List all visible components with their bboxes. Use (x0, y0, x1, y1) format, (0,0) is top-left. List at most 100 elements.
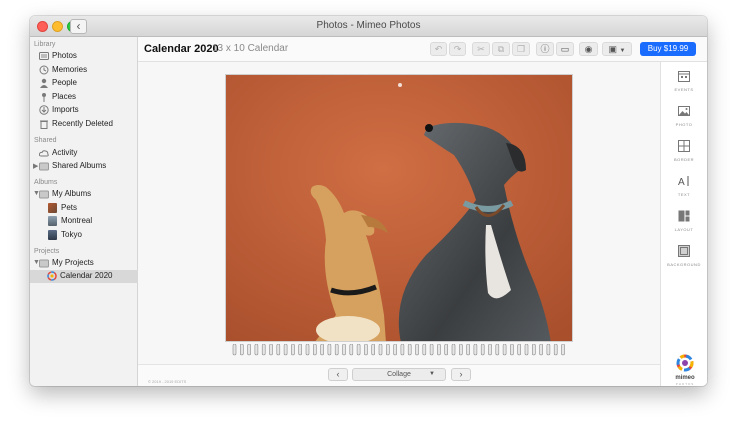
disclosure-right-icon[interactable]: ▶ (33, 162, 38, 170)
binding-ring (371, 344, 375, 356)
cut-button[interactable]: ✂ (472, 42, 490, 56)
sidebar: Library Photos Memories People Places Im… (30, 37, 138, 386)
places-icon (42, 93, 46, 102)
binding-ring (466, 344, 470, 356)
next-page-button[interactable]: › (451, 368, 471, 381)
sidebar-item-my-albums[interactable]: ▼ My Albums (30, 188, 138, 201)
sidebar-item-places[interactable]: Places (30, 91, 138, 104)
binding-ring (393, 344, 397, 356)
sidebar-item-imports[interactable]: Imports (30, 104, 138, 117)
chevron-down-icon: ▼ (429, 371, 435, 377)
binding-ring (553, 344, 558, 356)
binding-ring (532, 344, 536, 356)
sidebar-item-label: Calendar 2020 (60, 271, 113, 280)
binding-ring (546, 344, 551, 356)
binding-ring (334, 344, 339, 356)
events-icon (678, 71, 690, 82)
tool-layout[interactable]: LAYOUT (661, 210, 707, 242)
chevron-right-icon: › (459, 369, 463, 379)
binding-ring (240, 344, 244, 356)
cloud-icon (39, 150, 49, 157)
section-header-library: Library (34, 41, 56, 48)
comment-button[interactable]: ▭ (556, 42, 574, 56)
text-icon: A (678, 176, 689, 187)
sidebar-item-photos[interactable]: Photos (30, 50, 138, 63)
binding-ring (407, 344, 412, 356)
binding-ring (415, 344, 419, 356)
binding-ring (429, 344, 434, 356)
tool-label: LAYOUT (674, 227, 694, 232)
sidebar-item-tokyo[interactable]: Tokyo (30, 229, 138, 242)
svg-text:A: A (678, 177, 685, 187)
memories-icon (39, 65, 49, 75)
copy-icon: ⧉ (497, 44, 505, 54)
album-thumb (48, 230, 57, 240)
info-button[interactable]: ⓘ (536, 42, 554, 56)
buy-button[interactable]: Buy $19.99 (640, 42, 696, 56)
sidebar-item-label: My Albums (52, 189, 92, 198)
binding-ring (524, 344, 529, 356)
sidebar-item-memories[interactable]: Memories (30, 64, 138, 77)
save-menu-button[interactable]: ▣ ▼ (602, 42, 632, 56)
sidebar-item-shared-albums[interactable]: ▶ Shared Albums (30, 160, 138, 173)
binding-ring (444, 344, 448, 356)
binding-ring (451, 344, 456, 356)
layout-dropdown[interactable]: Collage ▼ (352, 368, 446, 381)
binding-ring (283, 344, 288, 356)
chevron-left-icon: ‹ (336, 369, 340, 379)
undo-button[interactable]: ↶ (430, 42, 447, 56)
binding-ring (488, 344, 492, 356)
folder-icon (39, 162, 49, 171)
tool-label: BACKGROUND (667, 262, 701, 267)
tool-border[interactable]: BORDER (661, 140, 707, 172)
album-thumb (48, 216, 57, 226)
copyright-text: © 2019 - 2019 EDITS (148, 379, 187, 384)
binding-ring (510, 344, 514, 356)
mimeo-brand-name: mimeo (675, 375, 695, 381)
photos-icon (39, 52, 49, 60)
mimeo-logo: mimeo PHOTOS (673, 354, 697, 386)
sidebar-item-label: Montreal (61, 216, 93, 225)
tool-events[interactable]: EVENTS (661, 70, 707, 102)
sidebar-item-label: Places (52, 92, 77, 101)
binding-ring (561, 344, 565, 356)
calendar-canvas: © 2019 - 2019 EDITS ‹ Collage ▼ › (138, 62, 660, 386)
binding-ring (517, 344, 521, 356)
sidebar-item-recently-deleted[interactable]: Recently Deleted (30, 118, 138, 131)
sidebar-item-people[interactable]: People (30, 77, 138, 90)
tool-label: EVENTS (674, 87, 694, 92)
folder-icon (39, 190, 49, 199)
tool-background[interactable]: BACKGROUND (661, 245, 707, 277)
binding-ring (495, 344, 500, 356)
sidebar-item-label: Recently Deleted (52, 119, 113, 128)
tool-label: TEXT (677, 192, 691, 197)
tool-text[interactable]: A TEXT (661, 175, 707, 207)
binding-ring (269, 344, 273, 356)
eye-icon: ◉ (584, 44, 593, 54)
sidebar-item-label: Memories (52, 65, 88, 74)
tool-photo[interactable]: PHOTO (661, 105, 707, 137)
copy-button[interactable]: ⧉ (492, 42, 510, 56)
tool-label: PHOTO (675, 122, 693, 127)
calendar-photo[interactable] (225, 74, 573, 342)
paste-button[interactable]: ❐ (512, 42, 530, 56)
toolbar: Calendar 2020 13 x 10 Calendar ↶ ↷ ✂ ⧉ ❐… (138, 37, 707, 62)
sidebar-item-calendar-2020[interactable]: Calendar 2020 (30, 270, 138, 283)
sidebar-item-pets[interactable]: Pets (30, 202, 138, 215)
binding-ring (254, 344, 259, 356)
speech-bubble-icon: ▭ (560, 44, 570, 54)
preview-button[interactable]: ◉ (579, 42, 598, 56)
layout-dropdown-value: Collage (387, 371, 411, 378)
title-bar: ‹ Photos - Mimeo Photos (30, 16, 707, 37)
sidebar-item-activity[interactable]: Activity (30, 147, 138, 160)
mimeo-logo-icon (676, 354, 694, 372)
sidebar-item-my-projects[interactable]: ▼ My Projects (30, 257, 138, 270)
redo-button[interactable]: ↷ (449, 42, 466, 56)
sidebar-item-montreal[interactable]: Montreal (30, 215, 138, 228)
previous-page-button[interactable]: ‹ (328, 368, 348, 381)
sidebar-item-label: Activity (52, 148, 78, 157)
binding-ring (291, 344, 295, 356)
redo-icon: ↷ (453, 44, 462, 54)
sidebar-item-label: My Projects (52, 258, 94, 267)
page-navigation-bar: © 2019 - 2019 EDITS ‹ Collage ▼ › (138, 364, 660, 386)
